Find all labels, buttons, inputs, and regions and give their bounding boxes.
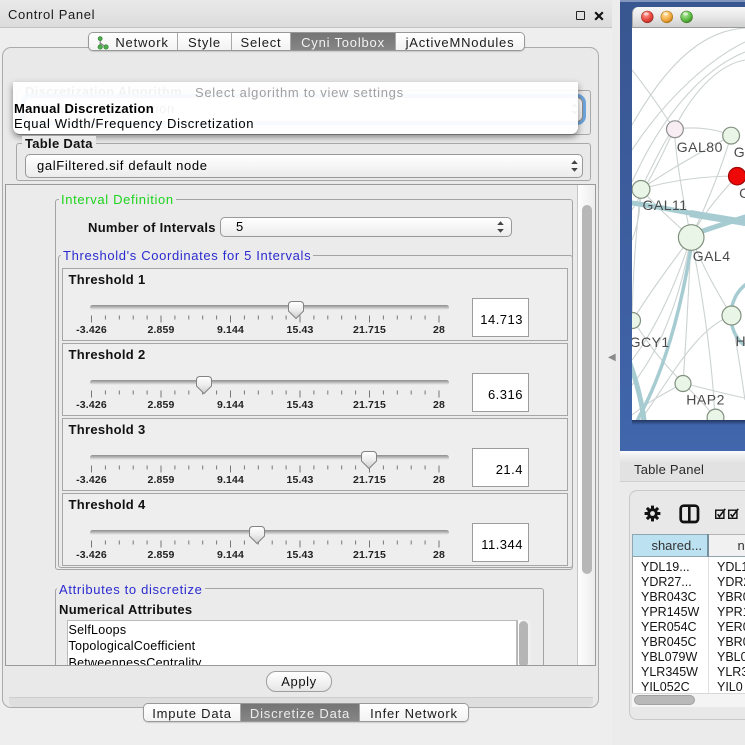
svg-text:CA: CA <box>739 185 745 201</box>
svg-text:HAP2: HAP2 <box>686 392 725 408</box>
svg-text:GAL80: GAL80 <box>677 139 723 155</box>
svg-text:GAL4: GAL4 <box>693 248 731 264</box>
svg-text:GCY1: GCY1 <box>632 334 670 350</box>
svg-text:GA: GA <box>734 144 745 160</box>
svg-text:GAL11: GAL11 <box>643 197 688 213</box>
svg-text:H: H <box>736 333 745 349</box>
